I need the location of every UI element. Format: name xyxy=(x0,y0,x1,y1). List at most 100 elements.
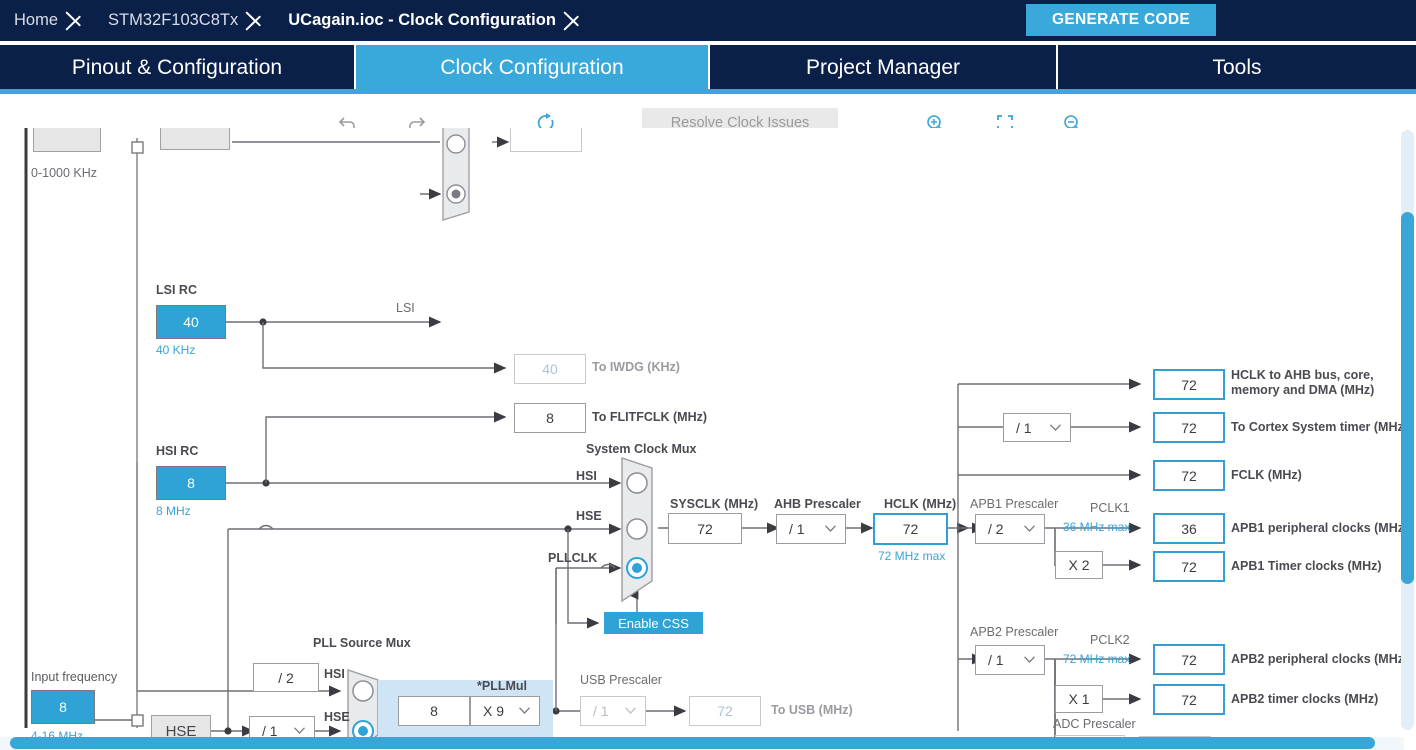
pllmul-value: X 9 xyxy=(483,703,505,719)
to-flitfclk-value: 8 xyxy=(514,403,586,433)
pllmul-dropdown[interactable]: X 9 xyxy=(470,696,540,726)
apb1-peripheral-value: 36 xyxy=(1153,513,1225,544)
apb1-timer-value: 72 xyxy=(1153,551,1225,582)
lse-value-box-clipped[interactable] xyxy=(33,128,101,152)
ahb-prescaler-label: AHB Prescaler xyxy=(774,497,861,511)
sysclk-mux-input-hsi: HSI xyxy=(576,469,597,483)
enable-css-button[interactable]: Enable CSS xyxy=(604,612,703,634)
apb2-timer-value: 72 xyxy=(1153,684,1225,715)
chevron-down-icon xyxy=(1024,525,1035,532)
pll-source-mux-title: PLL Source Mux xyxy=(313,636,411,650)
lse-block-clipped[interactable] xyxy=(160,128,230,150)
adc-prescaler-label: ADC Prescaler xyxy=(1053,717,1136,731)
pllmul-label: *PLLMul xyxy=(477,679,527,693)
apb2-prescaler-dropdown[interactable]: / 1 xyxy=(975,645,1045,675)
cubemx-window: Home STM32F103C8Tx UCagain.ioc - Clock C… xyxy=(0,0,1416,750)
usb-prescaler-label: USB Prescaler xyxy=(580,673,662,687)
tab-label: Pinout & Configuration xyxy=(71,55,283,79)
hsi-rc-unit: 8 MHz xyxy=(156,504,191,518)
apb1-prescaler-value: / 2 xyxy=(988,521,1004,537)
breadcrumb-item-current[interactable]: UCagain.ioc - Clock Configuration xyxy=(274,0,562,41)
apb2-peripheral-value: 72 xyxy=(1153,644,1225,675)
apb1-timer-label: APB1 Timer clocks (MHz) xyxy=(1231,559,1382,573)
breadcrumb-separator-icon xyxy=(244,0,274,41)
hclk-ahb-label: HCLK to AHB bus, core, memory and DMA (M… xyxy=(1231,368,1375,397)
cortex-timer-label: To Cortex System timer (MHz) xyxy=(1231,420,1408,434)
system-clock-mux-title: System Clock Mux xyxy=(586,442,697,456)
pclk1-label: PCLK1 xyxy=(1090,501,1130,515)
breadcrumb-item-home[interactable]: Home xyxy=(0,0,64,41)
tab-label: Tools xyxy=(1212,55,1262,79)
cortex-prescaler-value: / 1 xyxy=(1016,419,1032,436)
hclk-label: HCLK (MHz) xyxy=(884,497,957,511)
vertical-scrollbar-thumb[interactable] xyxy=(1401,212,1414,584)
hsi-rc-label: HSI RC xyxy=(156,444,199,458)
input-frequency-value[interactable]: 8 xyxy=(31,690,95,724)
tab-clock-configuration[interactable]: Clock Configuration xyxy=(356,45,710,90)
hsi-rc-value[interactable]: 8 xyxy=(156,466,226,500)
fclk-label: FCLK (MHz) xyxy=(1231,468,1302,482)
chevron-down-icon xyxy=(294,727,305,734)
tab-pinout-configuration[interactable]: Pinout & Configuration xyxy=(0,45,356,90)
breadcrumb-separator-icon xyxy=(562,0,592,41)
lsi-rc-value[interactable]: 40 xyxy=(156,305,226,339)
clock-tree-canvas[interactable]: 0-1000 KHz LSI RC 40 40 KHz LSI 40 To IW… xyxy=(0,128,1416,750)
apb2-prescaler-label: APB2 Prescaler xyxy=(970,625,1059,639)
lsi-mux-input-label: LSI xyxy=(396,301,415,315)
tab-label: Clock Configuration xyxy=(440,55,624,79)
generate-code-button[interactable]: GENERATE CODE xyxy=(1026,4,1216,36)
cortex-prescaler-dropdown[interactable]: / 1 xyxy=(1003,413,1071,442)
tab-underline xyxy=(0,89,1416,94)
tab-tools[interactable]: Tools xyxy=(1058,45,1416,90)
lsi-rc-unit: 40 KHz xyxy=(156,343,196,357)
hclk-ahb-value: 72 xyxy=(1153,369,1225,400)
lse-output-box-clipped xyxy=(510,128,582,152)
chevron-down-icon xyxy=(1024,656,1035,663)
chevron-down-icon xyxy=(1050,423,1061,431)
breadcrumb-item-mcu[interactable]: STM32F103C8Tx xyxy=(94,0,244,41)
hclk-value: 72 xyxy=(873,513,948,545)
chevron-down-icon xyxy=(625,707,636,714)
to-flitfclk-label: To FLITFCLK (MHz) xyxy=(592,410,708,424)
pll-mux-input-hse: HSE xyxy=(324,710,350,724)
to-iwdg-label: To IWDG (KHz) xyxy=(592,360,680,374)
main-tab-bar: Pinout & Configuration Clock Configurati… xyxy=(0,41,1416,94)
apb2-timer-multiplier: X 1 xyxy=(1055,685,1103,713)
hclk-max-label: 72 MHz max xyxy=(878,549,946,563)
pclk2-label: PCLK2 xyxy=(1090,633,1130,647)
apb2-peripheral-label: APB2 peripheral clocks (MHz) xyxy=(1231,652,1409,666)
tab-label: Project Manager xyxy=(805,55,961,79)
cortex-timer-value: 72 xyxy=(1153,412,1225,443)
ahb-prescaler-dropdown[interactable]: / 1 xyxy=(776,514,846,544)
usb-value: 72 xyxy=(689,696,761,726)
input-frequency-label: Input frequency xyxy=(31,670,118,684)
apb2-prescaler-value: / 1 xyxy=(988,652,1004,668)
breadcrumb-label: Home xyxy=(14,11,59,29)
sysclk-mux-input-hse: HSE xyxy=(576,509,602,523)
breadcrumb-label: STM32F103C8Tx xyxy=(108,11,239,29)
chevron-down-icon xyxy=(519,707,530,714)
apb1-peripheral-label: APB1 peripheral clocks (MHz) xyxy=(1231,521,1409,535)
usb-prescaler-dropdown[interactable]: / 1 xyxy=(580,696,646,726)
chevron-down-icon xyxy=(825,525,836,532)
sysclk-label: SYSCLK (MHz) xyxy=(670,497,759,511)
to-iwdg-value: 40 xyxy=(514,354,586,384)
horizontal-scrollbar-thumb[interactable] xyxy=(10,737,1375,749)
tab-project-manager[interactable]: Project Manager xyxy=(710,45,1058,90)
apb2-timer-label: APB2 timer clocks (MHz) xyxy=(1231,692,1379,706)
sysclk-value: 72 xyxy=(668,513,742,544)
apb1-timer-multiplier: X 2 xyxy=(1055,551,1103,579)
pll-input-value: 8 xyxy=(398,696,470,726)
usb-label: To USB (MHz) xyxy=(771,703,853,717)
pll-mux-input-hsi: HSI xyxy=(324,667,345,681)
apb1-prescaler-dropdown[interactable]: / 2 xyxy=(975,514,1045,544)
lse-range-label: 0-1000 KHz xyxy=(31,166,98,180)
breadcrumb-label: UCagain.ioc - Clock Configuration xyxy=(288,11,556,29)
fclk-value: 72 xyxy=(1153,460,1225,491)
breadcrumb-separator-icon xyxy=(64,0,94,41)
usb-prescaler-value: / 1 xyxy=(593,703,609,719)
sysclk-mux-input-pllclk: PLLCLK xyxy=(548,551,598,565)
lsi-rc-label: LSI RC xyxy=(156,283,197,297)
pll-hsi-divider: / 2 xyxy=(253,663,319,692)
pclk1-max-label: 36 MHz max xyxy=(1063,520,1131,534)
